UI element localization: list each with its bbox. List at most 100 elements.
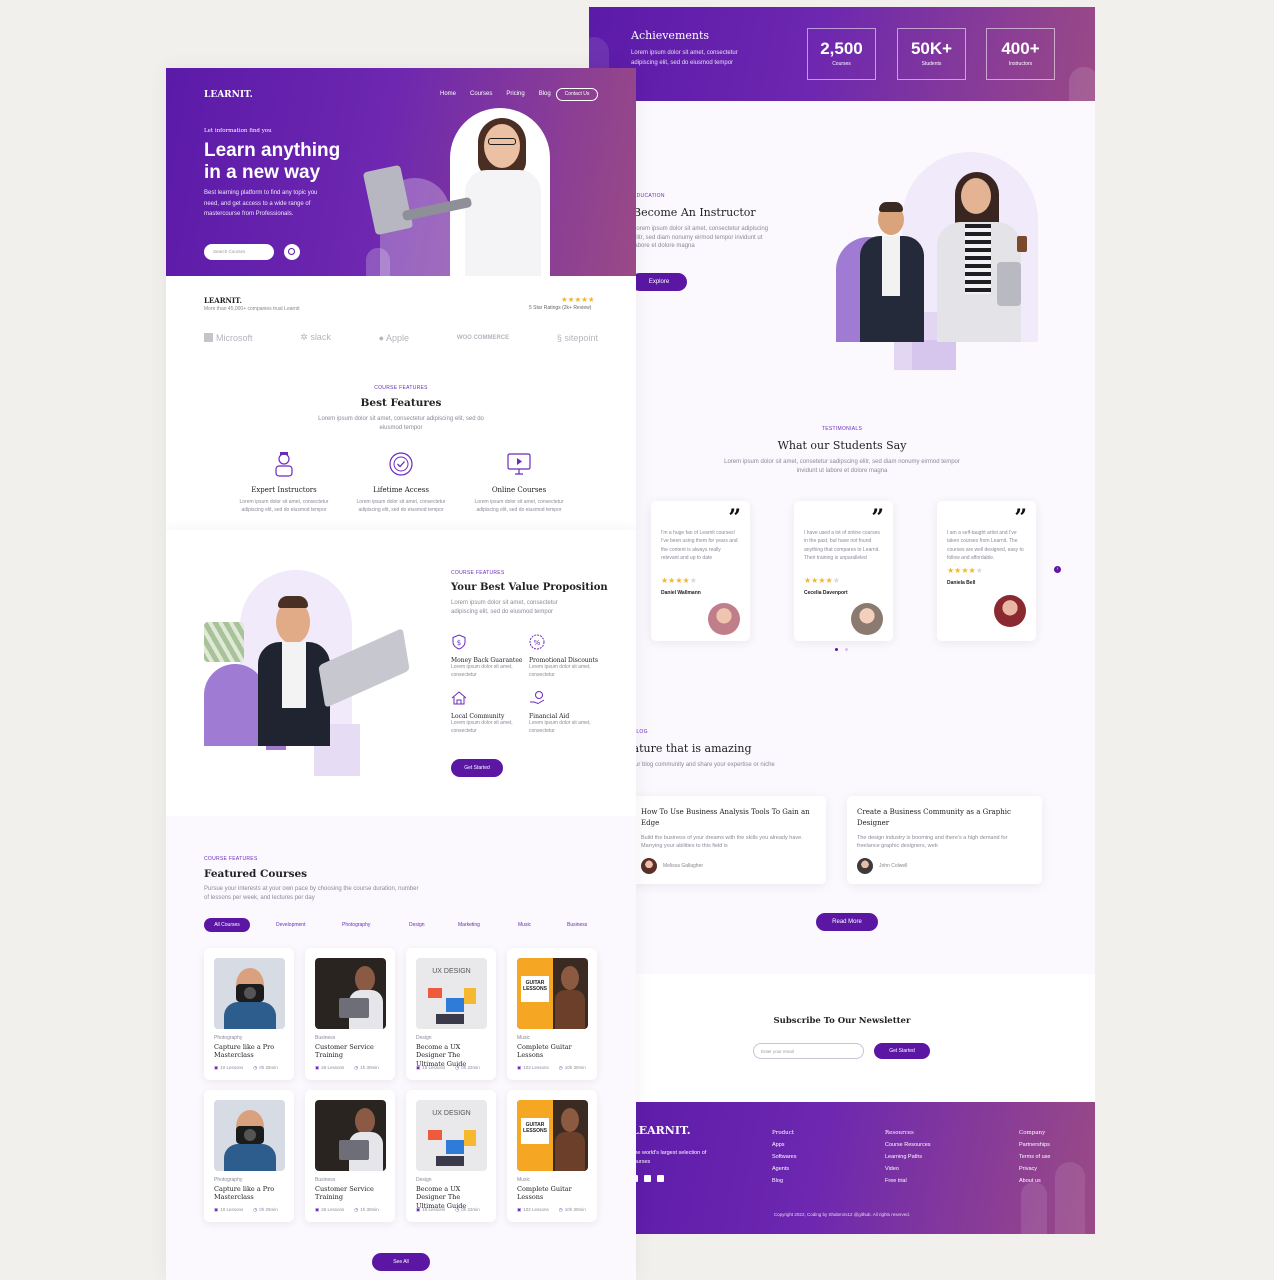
course-title[interactable]: Capture like a Pro Masterclass xyxy=(214,1185,288,1202)
course-category: Music xyxy=(517,1035,531,1041)
tab-business[interactable]: Business xyxy=(567,922,587,928)
explore-button[interactable]: Explore xyxy=(631,273,687,291)
course-meta: ▣ 102 Lessons ◷ 10h 30min xyxy=(517,1065,586,1070)
blog-card[interactable]: How To Use Business Analysis Tools To Ga… xyxy=(631,796,826,884)
footer-tagline: The world's largest selection of courses xyxy=(631,1150,707,1165)
footer-link[interactable]: Softwares xyxy=(772,1154,796,1160)
course-thumbnail xyxy=(214,1100,285,1171)
footer-link[interactable]: Free trial xyxy=(885,1178,931,1184)
testimonial-name: Daniela Bell xyxy=(947,580,976,586)
footer-link[interactable]: Partnerships xyxy=(1019,1142,1050,1148)
footer-link[interactable]: Video xyxy=(885,1166,931,1172)
see-all-button[interactable]: See All xyxy=(372,1253,430,1271)
footer-link[interactable]: Agents xyxy=(772,1166,796,1172)
course-category: Design xyxy=(416,1177,432,1183)
decor-arch xyxy=(204,664,266,746)
course-title[interactable]: Customer Service Training xyxy=(315,1185,389,1202)
hero-search-input[interactable]: Search Courses xyxy=(204,244,274,260)
hero-title-line2: in a new way xyxy=(204,162,321,183)
nav-home[interactable]: Home xyxy=(440,91,456,97)
tab-development[interactable]: Development xyxy=(276,922,305,928)
nav-courses[interactable]: Courses xyxy=(470,91,492,97)
tab-photography[interactable]: Photography xyxy=(342,922,370,928)
brand-logo[interactable]: LEARNIT. xyxy=(204,90,253,100)
main-nav: Home Courses Pricing Blog xyxy=(440,91,551,97)
course-thumbnail: GUITAR LESSONS xyxy=(517,958,588,1029)
course-title[interactable]: Customer Service Training xyxy=(315,1043,389,1060)
course-card[interactable]: UX DESIGN Design Become a UX Designer Th… xyxy=(406,948,496,1080)
nav-blog[interactable]: Blog xyxy=(539,91,551,97)
book-icon: ▣ xyxy=(517,1065,522,1070)
tab-music[interactable]: Music xyxy=(518,922,531,928)
course-title[interactable]: Complete Guitar Lessons xyxy=(517,1185,591,1202)
star-rating: ★★★★★ xyxy=(804,576,840,585)
newsletter-email-input[interactable]: Enter your email xyxy=(753,1043,864,1059)
blog-card[interactable]: Create a Business Community as a Graphic… xyxy=(847,796,1042,884)
value-item-title: Money Back Guarantee xyxy=(451,657,523,664)
value-item-desc: Lorem ipsum dolor sit amet, consectetur xyxy=(451,664,513,678)
course-card[interactable]: Business Customer Service Training ▣ 26 L… xyxy=(305,948,395,1080)
decor-arch xyxy=(1021,1182,1047,1234)
blog-post-title[interactable]: How To Use Business Analysis Tools To Ga… xyxy=(641,807,811,829)
course-title[interactable]: Complete Guitar Lessons xyxy=(517,1043,591,1060)
value-item-desc: Lorem ipsum dolor sit amet, consectetur xyxy=(529,720,591,734)
newsletter-submit-button[interactable]: Get Started xyxy=(874,1043,930,1059)
read-more-button[interactable]: Read More xyxy=(816,913,878,931)
course-meta: ▣ 26 Lessons ◷ 1h 30min xyxy=(315,1207,379,1212)
course-thumbnail xyxy=(214,958,285,1029)
course-title[interactable]: Capture like a Pro Masterclass xyxy=(214,1043,288,1060)
newsletter-section: Subscribe To Our Newsletter Enter your e… xyxy=(589,974,1095,1102)
blog-post-title[interactable]: Create a Business Community as a Graphic… xyxy=(857,807,1027,829)
book-icon: ▣ xyxy=(315,1065,320,1070)
testimonial-text: I am a self-taught artist and I've taken… xyxy=(947,530,1024,561)
clock-icon: ◷ xyxy=(455,1065,460,1070)
course-card[interactable]: Photography Capture like a Pro Mastercla… xyxy=(204,1090,294,1222)
footer-column-title: Company xyxy=(1019,1130,1046,1136)
clock-icon: ◷ xyxy=(354,1065,359,1070)
course-card[interactable]: UX DESIGN Design Become a UX Designer Th… xyxy=(406,1090,496,1222)
book-icon: ▣ xyxy=(416,1065,421,1070)
course-card[interactable]: GUITAR LESSONS Music Complete Guitar Les… xyxy=(507,1090,597,1222)
carousel-next-icon[interactable]: › xyxy=(1054,566,1061,573)
footer-link[interactable]: Apps xyxy=(772,1142,796,1148)
footer-link[interactable]: Blog xyxy=(772,1178,796,1184)
footer-link[interactable]: Terms of use xyxy=(1019,1154,1050,1160)
tab-design[interactable]: Design xyxy=(409,922,425,928)
course-thumbnail: UX DESIGN xyxy=(416,958,487,1029)
tab-marketing[interactable]: Marketing xyxy=(458,922,480,928)
feature-desc: Lorem ipsum dolor sit amet, consectetur … xyxy=(474,499,564,513)
get-started-button[interactable]: Get Started xyxy=(451,759,503,777)
nav-pricing[interactable]: Pricing xyxy=(506,91,524,97)
right-page-frame: Achievements Lorem ipsum dolor sit amet,… xyxy=(589,7,1095,1234)
course-card[interactable]: Business Customer Service Training ▣ 26 L… xyxy=(305,1090,395,1222)
tab-all-courses[interactable]: All Courses xyxy=(204,918,250,932)
star-rating: ★★★★★ xyxy=(947,566,983,575)
course-card[interactable]: Photography Capture like a Pro Mastercla… xyxy=(204,948,294,1080)
value-money-back: $ Money Back Guarantee Lorem ipsum dolor… xyxy=(451,634,526,679)
courses-kicker: COURSE FEATURES xyxy=(204,856,258,862)
clock-icon: ◷ xyxy=(354,1207,359,1212)
footer-link[interactable]: Privacy xyxy=(1019,1166,1050,1172)
testimonial-card: ” I have used a lot of online courses in… xyxy=(794,501,893,641)
twitter-icon[interactable] xyxy=(644,1175,651,1182)
clock-icon: ◷ xyxy=(253,1065,258,1070)
carousel-dot[interactable] xyxy=(845,648,848,651)
svg-text:$: $ xyxy=(457,639,461,647)
courses-desc: Pursue your interests at your own pace b… xyxy=(204,886,419,901)
carousel-dot[interactable] xyxy=(835,648,838,651)
newsletter-title: Subscribe To Our Newsletter xyxy=(773,1016,911,1026)
linkedin-icon[interactable] xyxy=(657,1175,664,1182)
stat-instructors: 400+ Instructors xyxy=(986,28,1055,80)
search-icon[interactable] xyxy=(284,244,300,260)
course-card[interactable]: GUITAR LESSONS Music Complete Guitar Les… xyxy=(507,948,597,1080)
instructor-kicker: EDUCATION xyxy=(633,193,665,199)
star-rating: ★★★★★ xyxy=(661,576,697,585)
stat-label: Students xyxy=(921,61,942,67)
footer-link[interactable]: Learning Paths xyxy=(885,1154,931,1160)
features-title: Best Features xyxy=(360,397,442,409)
thumbnail-label: GUITAR LESSONS xyxy=(521,976,549,1002)
footer-link[interactable]: Course Resources xyxy=(885,1142,931,1148)
feature-desc: Lorem ipsum dolor sit amet, consectetur … xyxy=(239,499,329,513)
contact-us-button[interactable]: Contact Us xyxy=(556,88,598,101)
feature-title: Online Courses xyxy=(491,486,547,494)
